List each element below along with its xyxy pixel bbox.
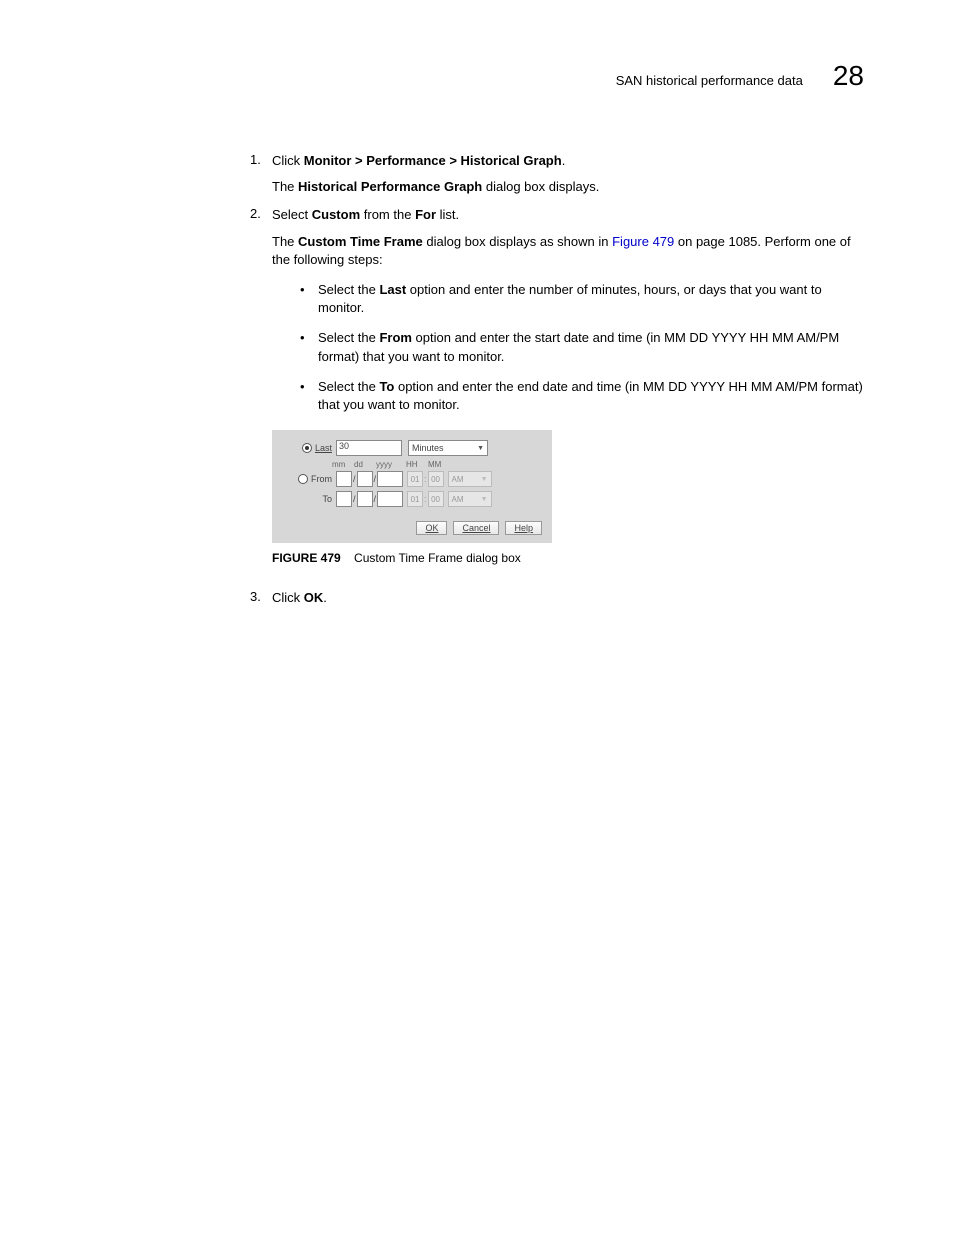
step-3: 3. Click OK. <box>250 589 864 607</box>
text: Select the <box>318 330 379 345</box>
to-ampm-select[interactable]: AM ▼ <box>448 491 492 507</box>
step-2-number: 2. <box>250 206 272 224</box>
from-hh-input[interactable]: 01 <box>407 471 423 487</box>
text: . <box>562 153 566 168</box>
to-min-input[interactable]: 00 <box>428 491 444 507</box>
figure-link[interactable]: Figure 479 <box>612 234 674 249</box>
figure-caption: FIGURE 479 Custom Time Frame dialog box <box>272 551 864 565</box>
option-name: From <box>379 330 412 345</box>
chevron-down-icon: ▼ <box>481 496 488 503</box>
chevron-down-icon: ▼ <box>477 445 484 452</box>
text: dialog box displays as shown in <box>423 234 612 249</box>
bullet-icon: • <box>300 378 318 414</box>
ok-button[interactable]: OK <box>416 521 447 535</box>
text: option and enter the end date and time (… <box>318 379 863 412</box>
step-3-number: 3. <box>250 589 272 607</box>
step-1-text: Click Monitor > Performance > Historical… <box>272 152 864 170</box>
text: from the <box>360 207 415 222</box>
to-hh-input[interactable]: 01 <box>407 491 423 507</box>
text: Select the <box>318 379 379 394</box>
button-name: OK <box>304 590 324 605</box>
chapter-number: 28 <box>833 60 864 92</box>
label-yyyy: yyyy <box>376 460 398 469</box>
date-header-labels: mm dd yyyy HH MM <box>332 460 542 469</box>
page-header: SAN historical performance data 28 <box>90 60 864 92</box>
bullet-item: • Select the To option and enter the end… <box>300 378 864 414</box>
from-dd-input[interactable] <box>357 471 373 487</box>
option-name: Custom <box>312 207 360 222</box>
step-1-number: 1. <box>250 152 272 170</box>
custom-time-frame-dialog: Last 30 Minutes ▼ mm dd yyyy HH MM <box>272 430 552 543</box>
unit-value: Minutes <box>412 443 444 453</box>
header-title: SAN historical performance data <box>616 73 803 88</box>
step-1: 1. Click Monitor > Performance > Histori… <box>250 152 864 196</box>
text: Click <box>272 153 304 168</box>
to-mm-input[interactable] <box>336 491 352 507</box>
text: Click <box>272 590 304 605</box>
text: list. <box>436 207 459 222</box>
step-1-body: The Historical Performance Graph dialog … <box>272 178 864 196</box>
bullet-icon: • <box>300 329 318 365</box>
button-label: Cancel <box>462 523 490 533</box>
from-mm-input[interactable] <box>336 471 352 487</box>
bullet-item: • Select the Last option and enter the n… <box>300 281 864 317</box>
help-button[interactable]: Help <box>505 521 542 535</box>
from-yyyy-input[interactable] <box>377 471 403 487</box>
option-name: To <box>379 379 394 394</box>
from-radio[interactable] <box>298 474 308 484</box>
figure-text: Custom Time Frame dialog box <box>354 551 521 565</box>
last-label: Last <box>315 443 332 453</box>
label-dd: dd <box>354 460 368 469</box>
text: The <box>272 234 298 249</box>
chevron-down-icon: ▼ <box>481 476 488 483</box>
label-mm: mm <box>332 460 346 469</box>
dialog-name: Custom Time Frame <box>298 234 423 249</box>
step-2-body: The Custom Time Frame dialog box display… <box>272 233 864 269</box>
to-yyyy-input[interactable] <box>377 491 403 507</box>
last-value-input[interactable]: 30 <box>336 440 402 456</box>
button-label: Help <box>514 523 533 533</box>
label-min: MM <box>428 460 442 469</box>
ampm-value: AM <box>452 495 464 504</box>
list-name: For <box>415 207 436 222</box>
text: . <box>323 590 327 605</box>
dialog-name: Historical Performance Graph <box>298 179 482 194</box>
ampm-value: AM <box>452 475 464 484</box>
figure-label: FIGURE 479 <box>272 551 341 565</box>
step-2: 2. Select Custom from the For list. The … <box>250 206 864 565</box>
option-name: Last <box>379 282 406 297</box>
menu-path: Monitor > Performance > Historical Graph <box>304 153 562 168</box>
text: dialog box displays. <box>482 179 599 194</box>
step-2-text: Select Custom from the For list. <box>272 206 864 224</box>
bullet-item: • Select the From option and enter the s… <box>300 329 864 365</box>
from-label: From <box>311 474 332 484</box>
text: Select the <box>318 282 379 297</box>
step-3-text: Click OK. <box>272 589 864 607</box>
to-dd-input[interactable] <box>357 491 373 507</box>
cancel-button[interactable]: Cancel <box>453 521 499 535</box>
bullet-list: • Select the Last option and enter the n… <box>300 281 864 414</box>
from-min-input[interactable]: 00 <box>428 471 444 487</box>
text: The <box>272 179 298 194</box>
to-label: To <box>322 494 332 504</box>
label-hh: HH <box>406 460 420 469</box>
unit-select[interactable]: Minutes ▼ <box>408 440 488 456</box>
text: Select <box>272 207 312 222</box>
bullet-icon: • <box>300 281 318 317</box>
button-label: OK <box>425 523 438 533</box>
from-ampm-select[interactable]: AM ▼ <box>448 471 492 487</box>
last-radio[interactable] <box>302 443 312 453</box>
